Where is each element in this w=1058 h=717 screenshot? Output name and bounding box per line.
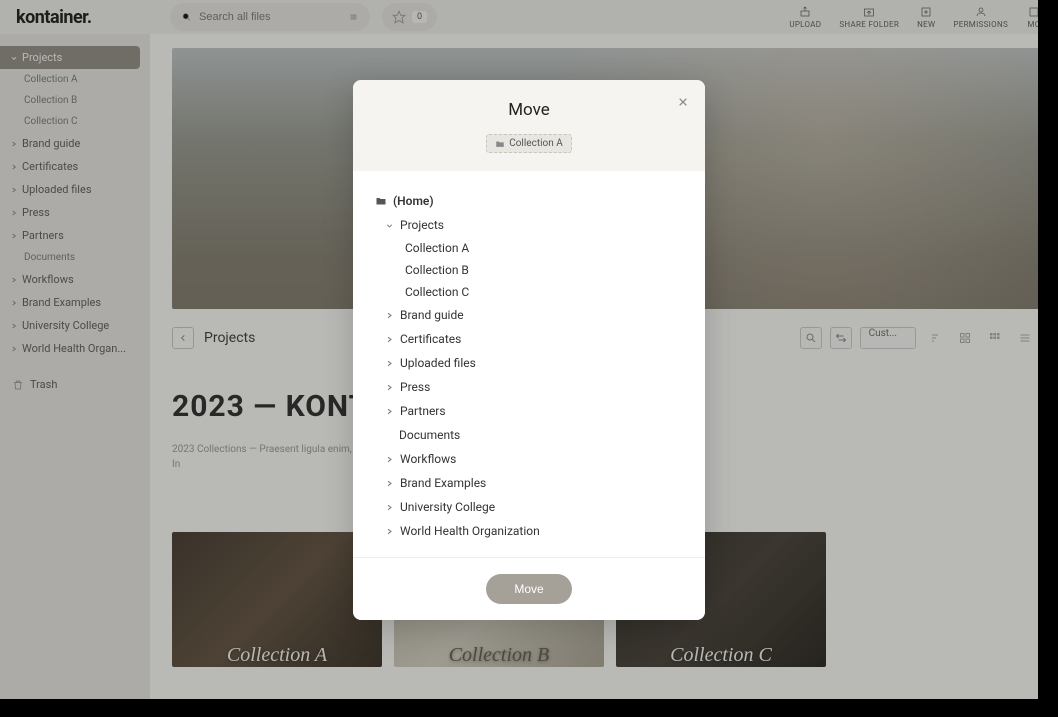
chevron-right-icon [385, 335, 394, 344]
tree-collection-b[interactable]: Collection B [405, 259, 683, 281]
chevron-down-icon [385, 221, 394, 230]
tree-uploaded-files[interactable]: Uploaded files [385, 351, 683, 375]
move-modal: Move Collection A (Home) Projects Collec… [353, 80, 705, 620]
tree-collection-c[interactable]: Collection C [405, 281, 683, 303]
chevron-right-icon [385, 455, 394, 464]
tree-projects[interactable]: Projects [385, 213, 683, 237]
tree-brand-guide[interactable]: Brand guide [385, 303, 683, 327]
folder-icon [495, 139, 505, 149]
modal-title: Move [373, 100, 685, 120]
close-icon [678, 97, 688, 107]
chevron-right-icon [385, 383, 394, 392]
tree-brand-examples[interactable]: Brand Examples [385, 471, 683, 495]
chevron-right-icon [385, 407, 394, 416]
bottom-black-strip [0, 699, 1058, 717]
tree-press[interactable]: Press [385, 375, 683, 399]
move-confirm-button[interactable]: Move [486, 574, 571, 604]
chevron-right-icon [385, 479, 394, 488]
folder-icon [375, 195, 387, 207]
right-black-strip [1038, 0, 1058, 699]
modal-overlay[interactable]: Move Collection A (Home) Projects Collec… [0, 0, 1058, 717]
tree-world-health[interactable]: World Health Organization [385, 519, 683, 543]
tree-certificates[interactable]: Certificates [385, 327, 683, 351]
tree-collection-a[interactable]: Collection A [405, 237, 683, 259]
tree-documents[interactable]: Documents [385, 423, 683, 447]
modal-close-button[interactable] [675, 94, 691, 110]
tree-partners[interactable]: Partners [385, 399, 683, 423]
folder-tree: (Home) Projects Collection A Collection … [353, 171, 705, 557]
chevron-right-icon [385, 503, 394, 512]
chevron-right-icon [385, 311, 394, 320]
chevron-right-icon [385, 359, 394, 368]
chevron-right-icon [385, 527, 394, 536]
tree-home[interactable]: (Home) [375, 189, 683, 213]
selected-item-tag[interactable]: Collection A [486, 134, 572, 153]
tree-university-college[interactable]: University College [385, 495, 683, 519]
tree-workflows[interactable]: Workflows [385, 447, 683, 471]
